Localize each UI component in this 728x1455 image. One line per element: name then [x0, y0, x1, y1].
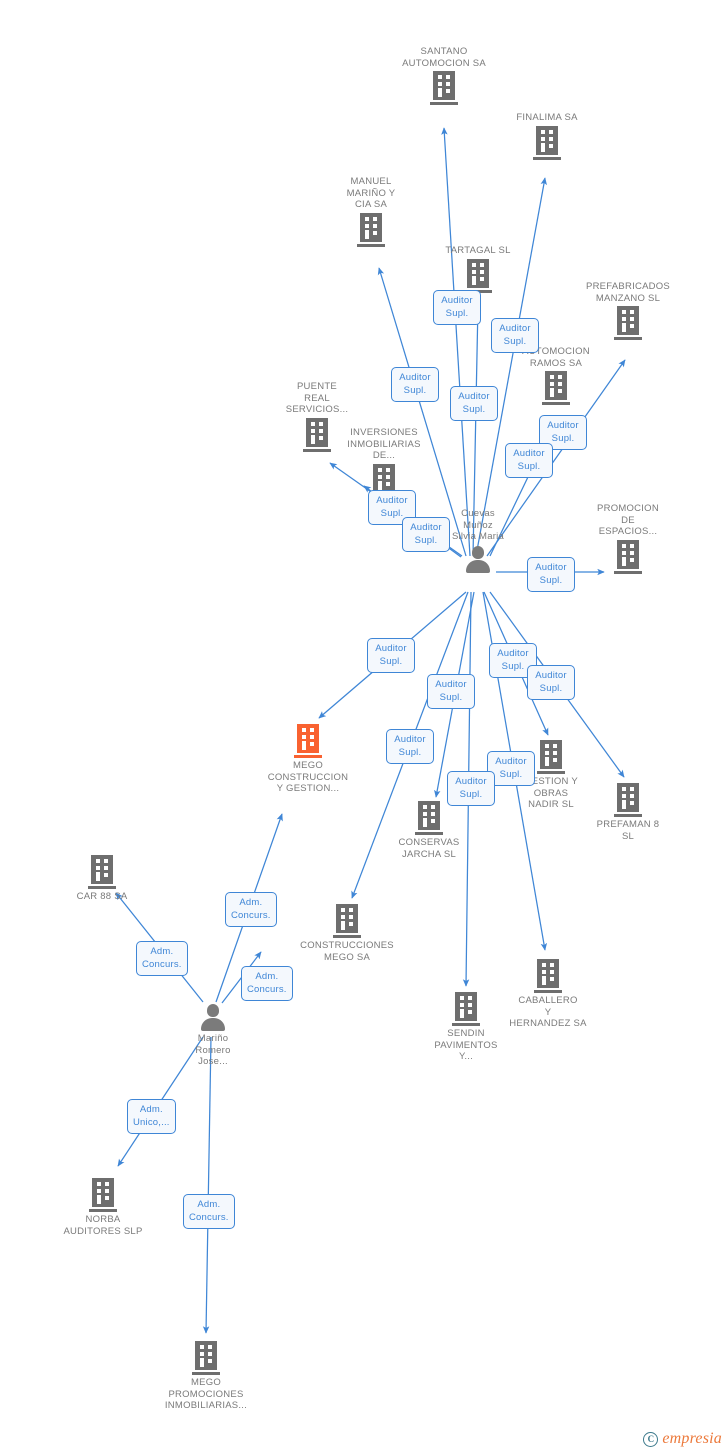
company-node[interactable]: SANTANO AUTOMOCION SA	[384, 46, 504, 105]
relation-chip[interactable]: Adm. Concurs.	[183, 1194, 235, 1229]
company-label: NORBA AUDITORES SLP	[63, 1214, 143, 1237]
company-label: MEGO CONSTRUCCION Y GESTION...	[267, 760, 349, 794]
company-label: INVERSIONES INMOBILIARIAS DE...	[347, 427, 421, 461]
relationship-diagram-canvas: SANTANO AUTOMOCION SA FINALIMA SA MANUEL…	[0, 0, 728, 1455]
relation-chip[interactable]: Auditor Supl.	[391, 367, 439, 402]
building-icon	[430, 71, 458, 105]
company-node[interactable]: CAR 88 SA	[42, 855, 162, 903]
company-node[interactable]: AUTOMOCION RAMOS SA	[496, 346, 616, 405]
company-node[interactable]: CONSTRUCCIONES MEGO SA	[287, 904, 407, 963]
relation-chip[interactable]: Auditor Supl.	[447, 771, 495, 806]
company-label: FINALIMA SA	[516, 112, 578, 123]
building-icon	[452, 992, 480, 1026]
person-node[interactable]: Mariño Romero Jose...	[153, 1003, 273, 1068]
company-label: MEGO PROMOCIONES INMOBILIARIAS...	[164, 1377, 248, 1411]
company-node[interactable]: SENDIN PAVIMENTOS Y...	[406, 992, 526, 1063]
person-label: Mariño Romero Jose...	[195, 1033, 231, 1067]
company-label: SENDIN PAVIMENTOS Y...	[434, 1028, 498, 1062]
relation-chip[interactable]: Adm. Concurs.	[136, 941, 188, 976]
company-label: MANUEL MARIÑO Y CIA SA	[346, 176, 396, 210]
building-icon	[415, 801, 443, 835]
company-node[interactable]: FINALIMA SA	[487, 112, 607, 160]
copyright-icon: C	[643, 1431, 659, 1447]
relation-chip[interactable]: Auditor Supl.	[402, 517, 450, 552]
company-node[interactable]: PROMOCION DE ESPACIOS...	[568, 503, 688, 574]
relation-chip[interactable]: Auditor Supl.	[527, 665, 575, 700]
watermark-text: empresia	[662, 1430, 722, 1447]
building-icon	[542, 371, 570, 405]
relation-chip[interactable]: Auditor Supl.	[505, 443, 553, 478]
relation-chip[interactable]: Auditor Supl.	[450, 386, 498, 421]
building-icon	[614, 783, 642, 817]
company-node[interactable]: INVERSIONES INMOBILIARIAS DE...	[324, 427, 444, 498]
building-icon	[464, 258, 492, 293]
watermark: C empresia	[643, 1430, 722, 1448]
relation-chip[interactable]: Auditor Supl.	[433, 290, 481, 325]
company-node[interactable]: TARTAGAL SL	[418, 245, 538, 293]
building-icon	[192, 1341, 220, 1375]
company-node-highlighted[interactable]: MEGO CONSTRUCCION Y GESTION...	[248, 724, 368, 795]
person-icon	[200, 1003, 226, 1031]
relation-chip[interactable]: Adm. Unico,...	[127, 1099, 176, 1134]
company-node[interactable]: MEGO PROMOCIONES INMOBILIARIAS...	[146, 1341, 266, 1412]
building-icon	[333, 904, 361, 938]
building-icon	[357, 212, 385, 247]
relation-chip[interactable]: Auditor Supl.	[527, 557, 575, 592]
building-icon	[89, 1178, 117, 1212]
company-label: CAR 88 SA	[76, 891, 128, 902]
building-icon	[534, 959, 562, 993]
company-node[interactable]: PREFABRICADOS MANZANO SL	[568, 281, 688, 340]
building-icon	[533, 125, 561, 160]
company-label: PUENTE REAL SERVICIOS...	[285, 381, 349, 415]
building-icon	[614, 306, 642, 340]
building-icon	[88, 855, 116, 889]
company-node[interactable]: NORBA AUDITORES SLP	[43, 1178, 163, 1237]
company-label: TARTAGAL SL	[445, 245, 511, 256]
company-label: PREFABRICADOS MANZANO SL	[585, 281, 671, 304]
company-label: CONSTRUCCIONES MEGO SA	[300, 940, 394, 963]
company-label: PREFAMAN 8 SL	[596, 819, 660, 842]
company-label: CONSERVAS JARCHA SL	[398, 837, 460, 860]
company-node[interactable]: CONSERVAS JARCHA SL	[369, 801, 489, 860]
relation-chip[interactable]: Auditor Supl.	[386, 729, 434, 764]
company-node[interactable]: PREFAMAN 8 SL	[568, 783, 688, 842]
relation-chip[interactable]: Auditor Supl.	[367, 638, 415, 673]
company-label: SANTANO AUTOMOCION SA	[402, 46, 486, 69]
relation-chip[interactable]: Adm. Concurs.	[225, 892, 277, 927]
relation-chip[interactable]: Auditor Supl.	[427, 674, 475, 709]
building-icon	[537, 740, 565, 774]
building-icon	[294, 724, 322, 758]
company-node[interactable]: MANUEL MARIÑO Y CIA SA	[311, 176, 431, 247]
relation-chip[interactable]: Adm. Concurs.	[241, 966, 293, 1001]
relation-chip[interactable]: Auditor Supl.	[491, 318, 539, 353]
building-icon	[614, 539, 642, 574]
person-icon	[465, 545, 491, 573]
company-label: PROMOCION DE ESPACIOS...	[597, 503, 659, 537]
